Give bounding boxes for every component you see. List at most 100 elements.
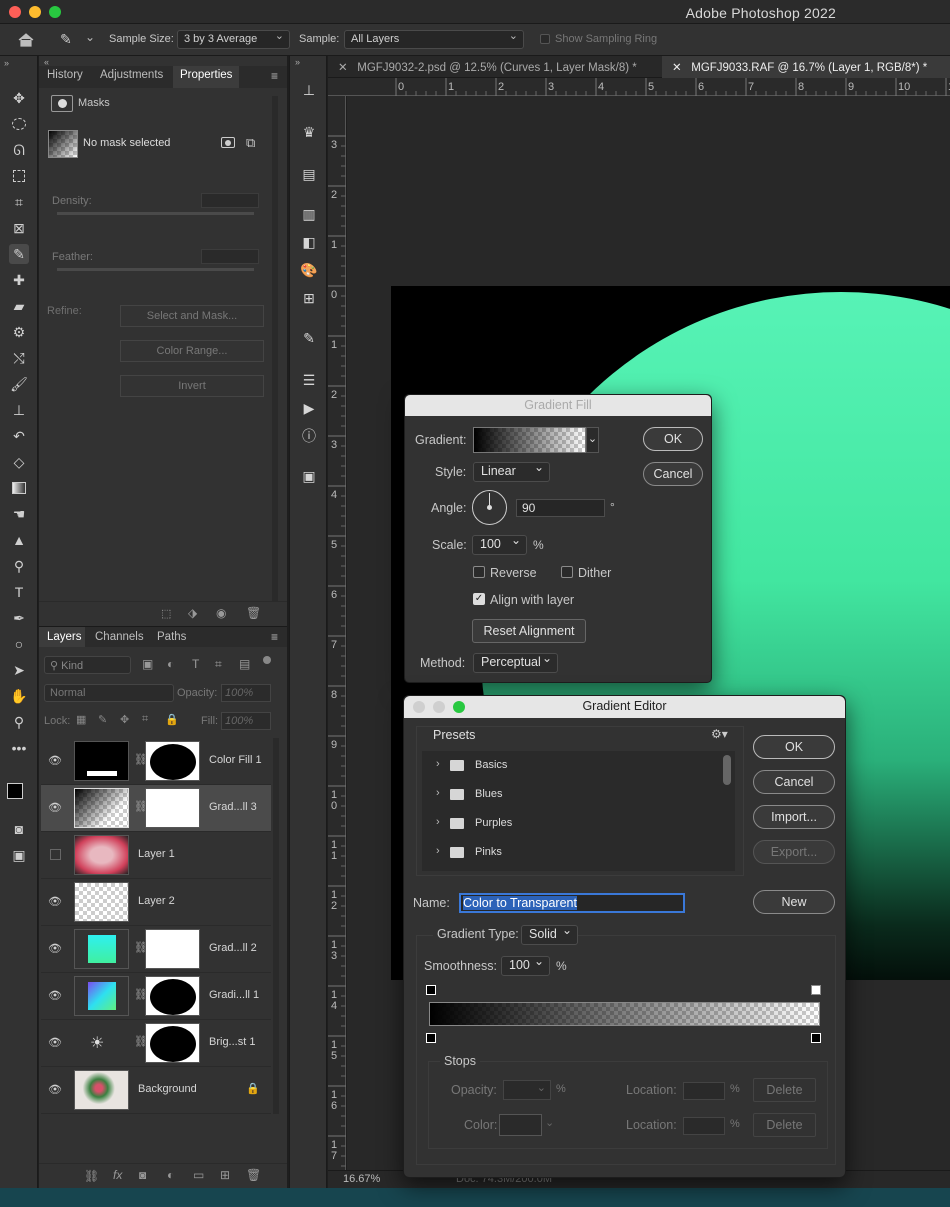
layer-mask-thumbnail[interactable]: [145, 788, 200, 828]
color-range-button[interactable]: Color Range...: [120, 340, 264, 362]
close-tab-icon[interactable]: ✕: [672, 62, 685, 74]
delete-layer-icon[interactable]: 🗑: [246, 1168, 261, 1182]
layer-row[interactable]: 👁 ⛓ Gradi...ll 1: [41, 973, 271, 1020]
stop-color-chevron-icon[interactable]: ⌄: [545, 1116, 554, 1129]
tool-preset-chevron-icon[interactable]: ⌄: [85, 30, 95, 44]
tab-history[interactable]: History: [47, 69, 83, 81]
lock-artboard-icon[interactable]: ⌗: [142, 713, 148, 726]
preset-folder-pinks[interactable]: › Pinks: [430, 839, 720, 867]
foreground-color-swatch[interactable]: [7, 783, 23, 799]
swatches-icon[interactable]: ⊞: [299, 288, 319, 308]
layer-row[interactable]: 👁 ⛓ Color Fill 1: [41, 738, 271, 785]
fx-icon[interactable]: fx: [113, 1168, 122, 1182]
minimize-window-button[interactable]: [29, 6, 41, 18]
filter-pixel-icon[interactable]: ▣: [142, 657, 153, 671]
clone-stamp-tool-icon[interactable]: ⊥: [9, 400, 29, 420]
blend-mode-select[interactable]: Normal: [44, 684, 174, 702]
trash-icon[interactable]: 🗑: [246, 606, 261, 620]
feather-input[interactable]: [201, 249, 259, 264]
chevron-right-icon[interactable]: ›: [436, 758, 440, 770]
add-mask-icon[interactable]: ◙: [139, 1168, 146, 1182]
pen-tool-icon[interactable]: ✒: [9, 608, 29, 628]
color-location-input[interactable]: [683, 1117, 725, 1135]
editor-cancel-button[interactable]: Cancel: [753, 770, 835, 794]
collapse-tools-icon[interactable]: »: [4, 58, 9, 68]
eyedropper-tool-icon[interactable]: ✎: [9, 244, 29, 264]
import-button[interactable]: Import...: [753, 805, 835, 829]
hand-tool-icon[interactable]: ✋: [9, 686, 29, 706]
density-slider[interactable]: [57, 212, 254, 215]
layer-row-selected[interactable]: 👁 ⛓ Grad...ll 3: [41, 785, 271, 832]
opacity-stop-right[interactable]: [811, 985, 821, 995]
feather-slider[interactable]: [57, 268, 254, 271]
layers-scrollbar[interactable]: [273, 738, 279, 1114]
eraser-tool-icon[interactable]: ◇: [9, 452, 29, 472]
lock-image-icon[interactable]: ✎: [98, 713, 107, 726]
align-with-layer-checkbox[interactable]: ✓: [473, 593, 485, 605]
more-tools-icon[interactable]: •••: [9, 738, 29, 758]
method-select[interactable]: Perceptual: [473, 651, 558, 673]
sample-select[interactable]: All Layers: [344, 29, 524, 49]
type-tool-icon[interactable]: T: [9, 582, 29, 602]
actions-play-icon[interactable]: ▶: [299, 398, 319, 418]
dither-checkbox[interactable]: [561, 566, 573, 578]
preset-folder-purples[interactable]: › Purples: [430, 810, 720, 838]
name-input[interactable]: Color to Transparent: [459, 893, 685, 913]
gradient-fill-cancel-button[interactable]: Cancel: [643, 462, 703, 486]
eyedropper-tool-icon[interactable]: ✎: [60, 31, 80, 49]
color-stop-right[interactable]: [811, 1033, 821, 1043]
tab-paths[interactable]: Paths: [157, 631, 186, 643]
properties-scrollbar[interactable]: [272, 96, 278, 601]
layer-row[interactable]: Layer 1: [41, 832, 271, 879]
add-vector-mask-icon[interactable]: ⧉: [246, 135, 255, 151]
tab-channels[interactable]: Channels: [95, 631, 144, 643]
properties-icon[interactable]: ▣: [299, 466, 319, 486]
tab-adjustments[interactable]: Adjustments: [100, 69, 163, 81]
adjustment-layer-icon[interactable]: ◐: [167, 1168, 174, 1182]
filter-toggle-icon[interactable]: [263, 656, 271, 664]
color-palette-icon[interactable]: 🎨: [299, 260, 319, 280]
history-brush-tool-icon[interactable]: ↶: [9, 426, 29, 446]
clone-source-icon[interactable]: ⊥: [299, 80, 319, 100]
delete-opacity-stop-button[interactable]: Delete: [753, 1078, 816, 1102]
dodge-tool-icon[interactable]: ⚲: [9, 556, 29, 576]
lasso-tool-icon[interactable]: ᘏ: [9, 140, 29, 160]
collapse-strip-icon[interactable]: »: [295, 57, 300, 67]
export-button[interactable]: Export...: [753, 840, 835, 864]
new-button[interactable]: New: [753, 890, 835, 914]
gradient-tool-icon[interactable]: [9, 478, 29, 498]
content-aware-move-tool-icon[interactable]: ⤭: [9, 348, 29, 368]
libraries-icon[interactable]: ▥: [299, 204, 319, 224]
zoom-level[interactable]: 16.67%: [343, 1173, 380, 1185]
stop-color-swatch[interactable]: [499, 1114, 542, 1136]
presets-gear-icon[interactable]: ⚙▾: [711, 727, 728, 741]
screen-mode-icon[interactable]: ▣: [9, 845, 29, 865]
editor-ok-button[interactable]: OK: [753, 735, 835, 759]
eye-icon[interactable]: 👁: [48, 1083, 62, 1096]
tab-properties[interactable]: Properties: [180, 69, 232, 81]
lock-transparent-icon[interactable]: ▦: [76, 713, 86, 726]
notes-icon[interactable]: ▤: [299, 164, 319, 184]
ellipse-tool-icon[interactable]: ○: [9, 634, 29, 654]
gradients-icon[interactable]: ◧: [299, 232, 319, 252]
layer-mask-thumbnail[interactable]: [145, 741, 200, 781]
add-pixel-mask-icon[interactable]: [221, 137, 235, 148]
layers-menu-icon[interactable]: ≡: [271, 630, 278, 644]
gradient-dropdown-chevron-icon[interactable]: ⌄: [586, 427, 599, 453]
info-icon[interactable]: ⓘ: [299, 426, 319, 446]
eye-icon[interactable]: 👁: [48, 942, 62, 955]
tab-document-2[interactable]: ✕ MGFJ9033.RAF @ 16.7% (Layer 1, RGB/8*)…: [662, 56, 950, 78]
home-icon[interactable]: [17, 32, 35, 47]
style-select[interactable]: Linear: [473, 460, 550, 482]
filter-adjustment-icon[interactable]: ◐: [167, 657, 174, 671]
marquee-tool-icon[interactable]: [9, 114, 29, 134]
link-layers-icon[interactable]: ⛓: [84, 1169, 99, 1183]
stop-opacity-select[interactable]: ⌄: [503, 1080, 551, 1100]
layer-row[interactable]: 👁 Layer 2: [41, 879, 271, 926]
reverse-checkbox[interactable]: [473, 566, 485, 578]
presets-scrollbar[interactable]: [723, 755, 731, 785]
chevron-right-icon[interactable]: ›: [436, 845, 440, 857]
sharpen-tool-icon[interactable]: ▲: [9, 530, 29, 550]
tab-document-1[interactable]: ✕ MGFJ9032-2.psd @ 12.5% (Curves 1, Laye…: [328, 56, 660, 78]
tab-layers[interactable]: Layers: [47, 631, 82, 643]
